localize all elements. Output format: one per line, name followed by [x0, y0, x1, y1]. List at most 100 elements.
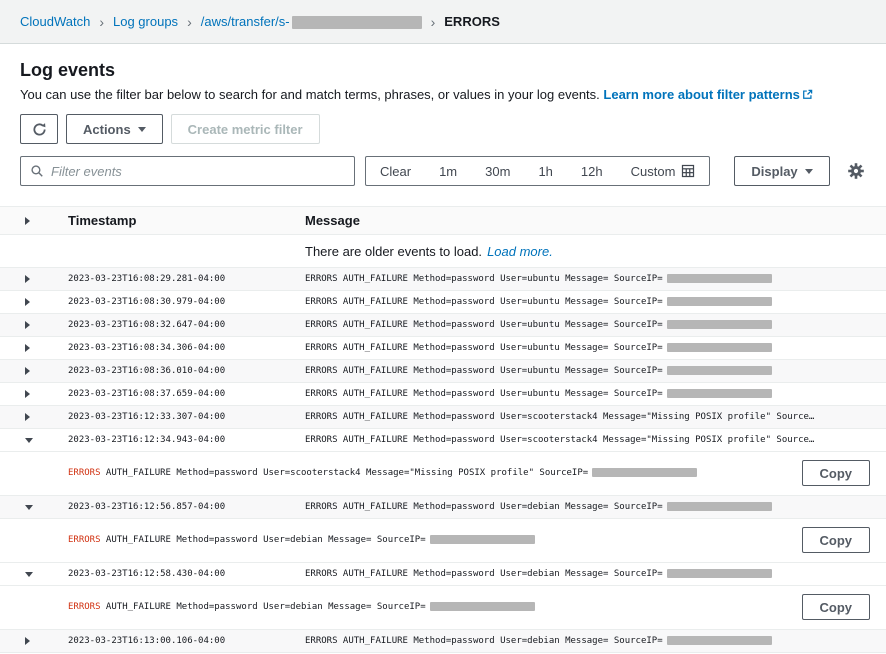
expand-row-icon[interactable]	[25, 321, 30, 329]
redacted-source-ip	[667, 636, 772, 645]
search-icon	[30, 164, 44, 178]
log-event-row[interactable]: 2023-03-23T16:12:33.307-04:00ERRORS AUTH…	[0, 406, 886, 429]
load-more-link[interactable]: Load more.	[487, 244, 553, 259]
time-range-selector: Clear 1m 30m 1h 12h Custom	[365, 156, 710, 186]
log-event-row[interactable]: 2023-03-23T16:08:32.647-04:00ERRORS AUTH…	[0, 314, 886, 337]
event-timestamp: 2023-03-23T16:12:58.430-04:00	[68, 569, 305, 579]
redacted-source-ip	[667, 366, 772, 375]
breadcrumb-log-groups[interactable]: Log groups	[113, 14, 178, 29]
collapse-row-icon[interactable]	[25, 505, 33, 510]
event-timestamp: 2023-03-23T16:08:37.659-04:00	[68, 389, 305, 399]
older-events-row: There are older events to load. Load mor…	[0, 235, 886, 268]
log-event-row[interactable]: 2023-03-23T16:08:29.281-04:00ERRORS AUTH…	[0, 268, 886, 291]
table-header: Timestamp Message	[0, 206, 886, 235]
log-group-prefix: /aws/transfer/s-	[201, 14, 290, 29]
expand-row-icon[interactable]	[25, 637, 30, 645]
older-events-text: There are older events to load.	[305, 244, 482, 259]
log-event-row[interactable]: 2023-03-23T16:08:34.306-04:00ERRORS AUTH…	[0, 337, 886, 360]
expand-row-icon[interactable]	[25, 275, 30, 283]
redacted-source-ip	[667, 569, 772, 578]
breadcrumb-log-group[interactable]: /aws/transfer/s-	[201, 14, 422, 29]
event-timestamp: 2023-03-23T16:08:36.010-04:00	[68, 366, 305, 376]
log-events-panel: Log events You can use the filter bar be…	[0, 44, 886, 186]
create-metric-filter-button[interactable]: Create metric filter	[171, 114, 320, 144]
event-detail: ERRORS AUTH_FAILURE Method=password User…	[0, 519, 886, 563]
event-message: ERRORS AUTH_FAILURE Method=password User…	[305, 636, 886, 646]
breadcrumb-current-log-stream: ERRORS	[444, 14, 500, 29]
breadcrumb-cloudwatch[interactable]: CloudWatch	[20, 14, 90, 29]
actions-label: Actions	[83, 122, 131, 137]
external-link-icon	[802, 89, 813, 100]
filter-events-search[interactable]	[20, 156, 355, 186]
event-detail-text: ERRORS AUTH_FAILURE Method=password User…	[68, 468, 788, 478]
error-level-token: ERRORS	[68, 468, 101, 478]
refresh-icon	[32, 122, 47, 137]
page-title: Log events	[20, 60, 866, 81]
display-button[interactable]: Display	[734, 156, 829, 186]
event-message: ERRORS AUTH_FAILURE Method=password User…	[305, 343, 886, 353]
display-label: Display	[751, 164, 797, 179]
column-header-message[interactable]: Message	[305, 213, 886, 228]
caret-down-icon	[138, 127, 146, 132]
event-timestamp: 2023-03-23T16:12:33.307-04:00	[68, 412, 305, 422]
custom-range-button[interactable]: Custom	[617, 157, 710, 185]
expand-all-icon[interactable]	[25, 217, 30, 225]
caret-header-cell	[0, 217, 68, 225]
log-event-row[interactable]: 2023-03-23T16:12:58.430-04:00ERRORS AUTH…	[0, 563, 886, 586]
expand-row-icon[interactable]	[25, 390, 30, 398]
event-message: ERRORS AUTH_FAILURE Method=password User…	[305, 366, 886, 376]
caret-cell	[0, 637, 68, 645]
log-event-row[interactable]: 2023-03-23T16:13:00.106-04:00ERRORS AUTH…	[0, 630, 886, 653]
expand-row-icon[interactable]	[25, 367, 30, 375]
breadcrumb-separator-icon: ›	[187, 14, 192, 30]
redacted-source-ip	[667, 389, 772, 398]
event-timestamp: 2023-03-23T16:13:00.106-04:00	[68, 636, 305, 646]
log-event-row[interactable]: 2023-03-23T16:12:56.857-04:00ERRORS AUTH…	[0, 496, 886, 519]
description-text: You can use the filter bar below to sear…	[20, 87, 600, 102]
clear-button[interactable]: Clear	[366, 157, 425, 185]
column-header-timestamp[interactable]: Timestamp	[68, 213, 305, 228]
refresh-button[interactable]	[20, 114, 58, 144]
event-message: ERRORS AUTH_FAILURE Method=password User…	[305, 320, 886, 330]
gear-icon	[848, 163, 864, 179]
learn-more-label: Learn more about filter patterns	[603, 87, 799, 102]
copy-button[interactable]: Copy	[802, 594, 871, 620]
actions-button[interactable]: Actions	[66, 114, 163, 144]
event-message: ERRORS AUTH_FAILURE Method=password User…	[305, 297, 886, 307]
caret-cell	[0, 413, 68, 421]
redacted-source-ip	[667, 502, 772, 511]
log-event-row[interactable]: 2023-03-23T16:08:30.979-04:00ERRORS AUTH…	[0, 291, 886, 314]
learn-more-link[interactable]: Learn more about filter patterns	[603, 87, 812, 102]
log-event-row[interactable]: 2023-03-23T16:12:34.943-04:00ERRORS AUTH…	[0, 429, 886, 452]
calendar-icon	[681, 164, 695, 178]
collapse-row-icon[interactable]	[25, 572, 33, 577]
range-30m-button[interactable]: 30m	[471, 157, 524, 185]
event-message: ERRORS AUTH_FAILURE Method=password User…	[305, 389, 886, 399]
redacted-source-ip	[667, 320, 772, 329]
expand-row-icon[interactable]	[25, 344, 30, 352]
redacted-log-group-name	[292, 16, 422, 29]
event-message: ERRORS AUTH_FAILURE Method=password User…	[305, 412, 886, 422]
redacted-source-ip	[592, 468, 697, 477]
collapse-row-icon[interactable]	[25, 438, 33, 443]
range-12h-button[interactable]: 12h	[567, 157, 617, 185]
log-event-row[interactable]: 2023-03-23T16:08:37.659-04:00ERRORS AUTH…	[0, 383, 886, 406]
range-1m-button[interactable]: 1m	[425, 157, 471, 185]
event-timestamp: 2023-03-23T16:12:56.857-04:00	[68, 502, 305, 512]
error-level-token: ERRORS	[68, 602, 101, 612]
event-detail: ERRORS AUTH_FAILURE Method=password User…	[0, 452, 886, 496]
preferences-button[interactable]	[846, 161, 866, 181]
copy-button[interactable]: Copy	[802, 527, 871, 553]
expand-row-icon[interactable]	[25, 413, 30, 421]
copy-button[interactable]: Copy	[802, 460, 871, 486]
log-event-row[interactable]: 2023-03-23T16:08:36.010-04:00ERRORS AUTH…	[0, 360, 886, 383]
error-level-token: ERRORS	[68, 535, 101, 545]
event-timestamp: 2023-03-23T16:08:29.281-04:00	[68, 274, 305, 284]
custom-label: Custom	[631, 164, 676, 179]
log-events-table: Timestamp Message There are older events…	[0, 206, 886, 653]
event-timestamp: 2023-03-23T16:08:34.306-04:00	[68, 343, 305, 353]
filter-events-input[interactable]	[51, 164, 345, 179]
range-1h-button[interactable]: 1h	[524, 157, 566, 185]
expand-row-icon[interactable]	[25, 298, 30, 306]
breadcrumb: CloudWatch › Log groups › /aws/transfer/…	[20, 14, 500, 30]
